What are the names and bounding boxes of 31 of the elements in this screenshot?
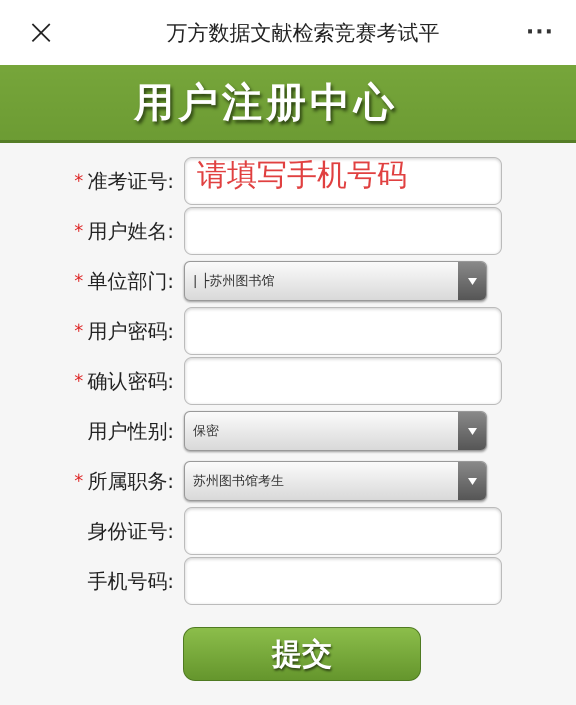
required-mark: * <box>74 220 84 242</box>
more-button[interactable]: ··· <box>526 20 554 45</box>
required-mark: * <box>74 170 84 192</box>
required-mark: * <box>74 470 84 492</box>
field-label: 用户密码: <box>87 318 174 344</box>
caret-icon <box>468 478 476 484</box>
required-mark: * <box>74 270 84 292</box>
field-label: 准考证号: <box>87 168 174 194</box>
input-field[interactable]: 请填写手机号码 <box>184 157 502 205</box>
input-field[interactable] <box>184 357 502 405</box>
input-field[interactable] <box>184 507 502 555</box>
field-label: 用户性别: <box>87 418 174 444</box>
field-label: 手机号码: <box>87 568 174 594</box>
dropdown[interactable]: 保密 <box>184 411 487 451</box>
required-mark: * <box>74 320 84 342</box>
caret-icon <box>468 278 476 284</box>
field-label: 单位部门: <box>87 268 174 294</box>
field-label: 确认密码: <box>87 368 174 394</box>
field-label: 用户姓名: <box>87 218 174 244</box>
field-label: 所属职务: <box>87 468 174 494</box>
input-field[interactable] <box>184 207 502 255</box>
caret-icon <box>468 428 476 434</box>
required-mark: * <box>74 370 84 392</box>
input-field[interactable] <box>184 307 502 355</box>
window-title: 万方数据文献检索竞赛考试平 <box>165 20 440 46</box>
dropdown[interactable]: | ├苏州图书馆 <box>184 261 487 301</box>
field-label: 身份证号: <box>87 518 174 544</box>
banner-title: 用户注册中心 <box>134 78 398 128</box>
input-field[interactable] <box>184 557 502 605</box>
dropdown[interactable]: 苏州图书馆考生 <box>184 461 487 501</box>
close-button[interactable]: × <box>26 14 60 50</box>
